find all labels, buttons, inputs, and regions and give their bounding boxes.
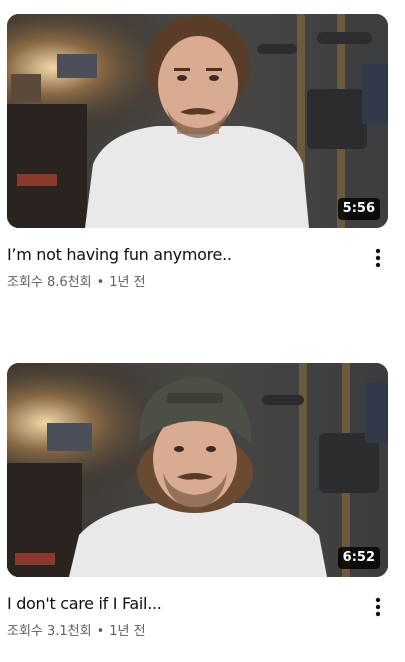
thumbnail-image xyxy=(7,363,388,577)
video-meta: I don't care if I Fail... 조회수 3.1천회 • 1년 전 xyxy=(7,593,367,641)
video-view-count: 조회수 3.1천회 xyxy=(7,624,92,639)
video-upload-age: 1년 전 xyxy=(109,624,146,639)
video-thumbnail[interactable]: 6:52 xyxy=(7,363,388,577)
video-title[interactable]: I don't care if I Fail... xyxy=(7,593,367,615)
video-upload-age: 1년 전 xyxy=(109,275,146,290)
video-stats: 조회수 8.6천회 • 1년 전 xyxy=(7,274,367,292)
video-duration-badge: 6:52 xyxy=(337,547,380,569)
video-view-count: 조회수 8.6천회 xyxy=(7,275,92,290)
video-stats: 조회수 3.1천회 • 1년 전 xyxy=(7,623,367,641)
more-vert-icon[interactable] xyxy=(366,246,390,270)
video-duration-badge: 5:56 xyxy=(337,198,380,220)
video-meta: I’m not having fun anymore.. 조회수 8.6천회 • 1… xyxy=(7,244,367,292)
video-thumbnail[interactable]: 5:56 xyxy=(7,14,388,228)
more-vert-icon[interactable] xyxy=(366,595,390,619)
video-title[interactable]: I’m not having fun anymore.. xyxy=(7,244,367,266)
meta-separator: • xyxy=(96,275,105,290)
meta-separator: • xyxy=(96,624,105,639)
thumbnail-image xyxy=(7,14,388,228)
